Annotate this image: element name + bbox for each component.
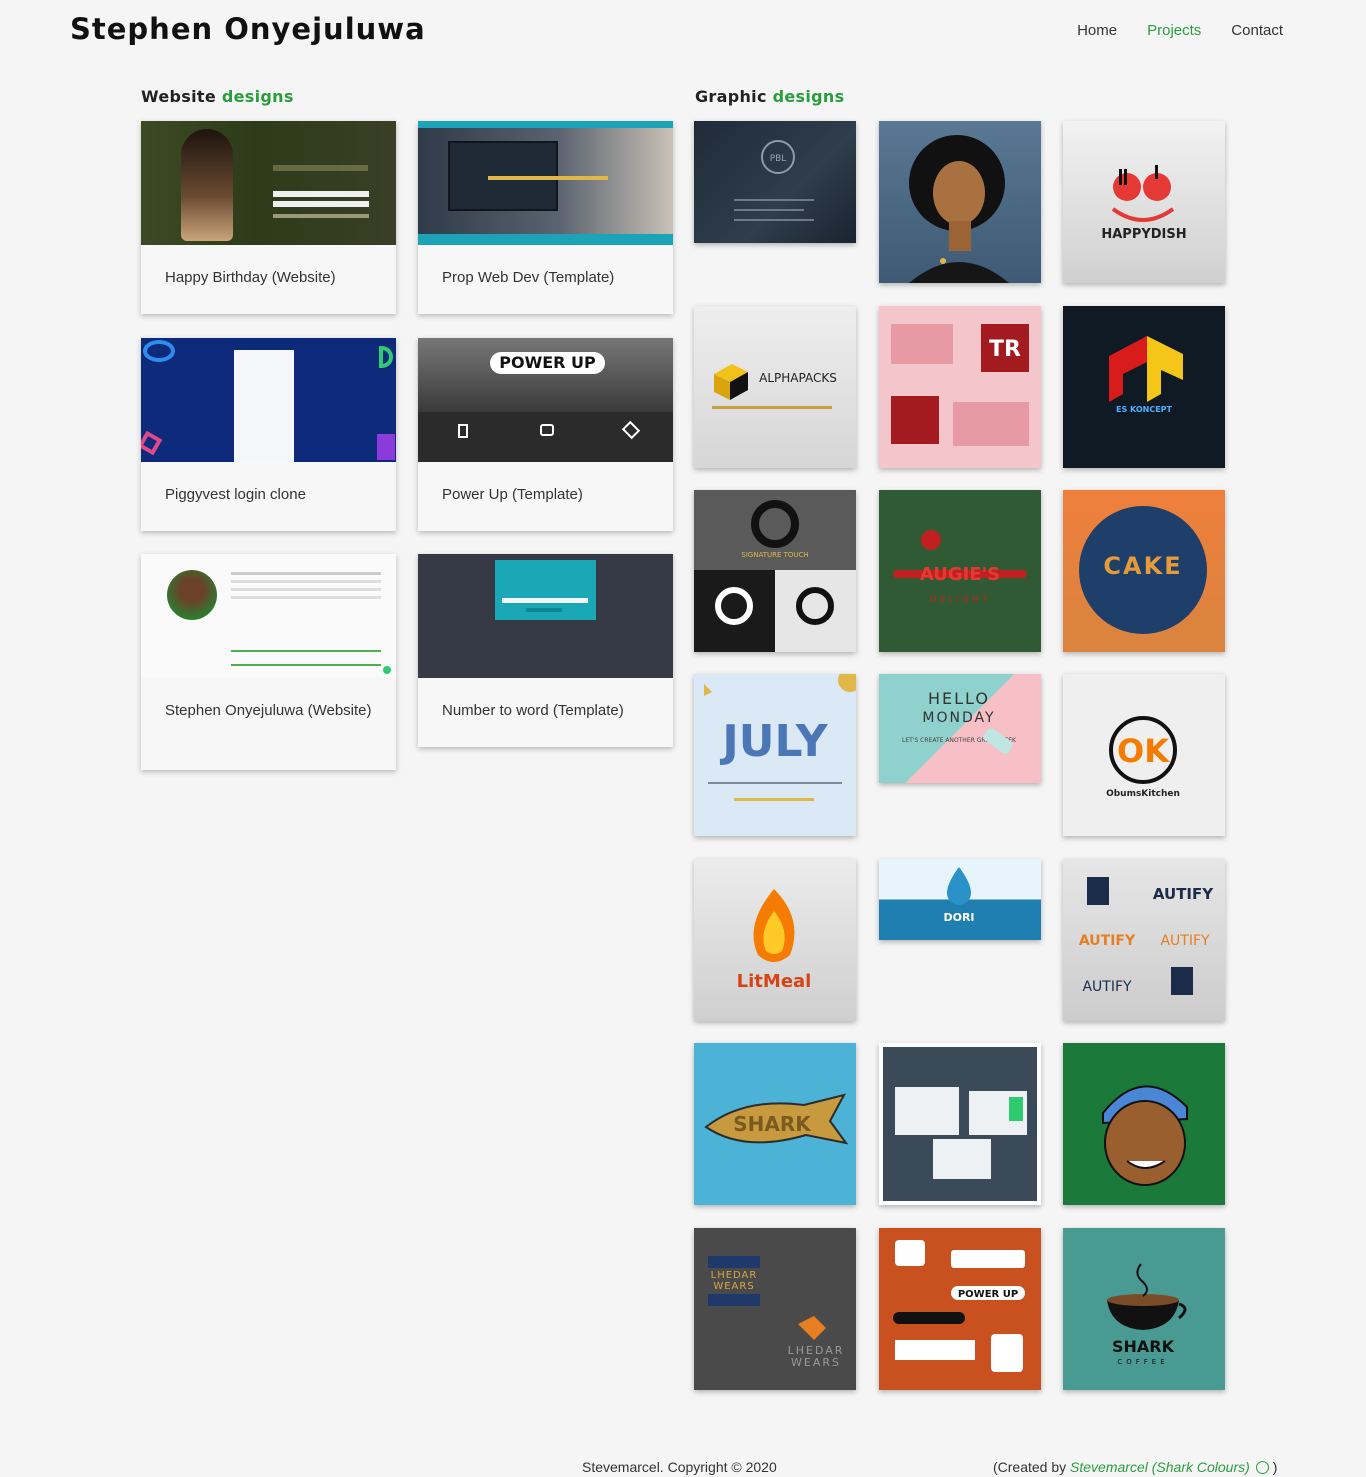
tile-text: LitMeal	[737, 971, 812, 992]
tile-text: HELLO	[928, 689, 990, 708]
piggyvest-thumbnail	[141, 338, 396, 462]
svg-text:AUTIFY: AUTIFY	[1079, 933, 1136, 949]
number-to-word-thumbnail	[418, 554, 673, 678]
graphic-tile-shark[interactable]: SHARK	[694, 1043, 856, 1205]
shark-coffee-logo-icon: SHARK COFFEE	[1107, 1263, 1187, 1366]
website-card-happy-birthday[interactable]: Happy Birthday (Website)	[141, 121, 396, 314]
main-nav: Home Projects Contact	[1077, 22, 1283, 39]
graphic-tile-hello-monday[interactable]: HELLO MONDAY LET'S CREATE ANOTHER GREAT …	[879, 674, 1041, 783]
card-caption: Prop Web Dev (Template)	[442, 269, 615, 286]
footer-credit: (Created by Stevemarcel (Shark Colours))	[993, 1459, 1278, 1475]
happy-birthday-thumbnail	[141, 121, 396, 245]
tile-subtext: MONDAY	[922, 710, 995, 726]
graphic-tile-cake[interactable]: CAKE	[1063, 490, 1225, 652]
svg-text:AUTIFY: AUTIFY	[1160, 933, 1210, 949]
tile-text: POWER UP	[958, 1289, 1018, 1300]
graphic-tile-tr-business-cards[interactable]: TR	[879, 306, 1041, 468]
signature-touch-logo-icon: SIGNATURE TOUCH	[694, 490, 856, 652]
card-caption: Happy Birthday (Website)	[165, 269, 336, 286]
nav-home-link[interactable]: Home	[1077, 22, 1117, 39]
woman-portrait-illustration-icon	[909, 135, 1009, 283]
card-caption: Number to word (Template)	[442, 702, 624, 719]
tile-text: OK	[1117, 732, 1170, 770]
card-caption: Stephen Onyejuluwa (Website)	[165, 702, 372, 719]
tile-text: ALPHAPACKS	[759, 371, 837, 385]
graphic-tile-july[interactable]: JULY	[694, 674, 856, 836]
graphic-tile-alphapacks[interactable]: ALPHAPACKS	[694, 306, 856, 468]
pbl-logo-mockup-icon: PBL	[734, 140, 814, 221]
graphic-tile-autify[interactable]: AUTIFY AUTIFY AUTIFY AUTIFY	[1063, 859, 1225, 1021]
happydish-logo-icon: HAPPYDISH	[1101, 165, 1187, 242]
tile-text: AUGIE'S	[920, 564, 1000, 585]
es-koncept-logo-icon: ES KONCEPT	[1109, 336, 1183, 414]
tile-text: LHEDAR	[711, 1270, 758, 1281]
nav-projects-link[interactable]: Projects	[1147, 22, 1201, 39]
website-card-prop-web-dev[interactable]: Prop Web Dev (Template)	[418, 121, 673, 314]
tile-subtext: WEARS	[713, 1281, 754, 1292]
graphic-tile-happydish[interactable]: HAPPYDISH	[1063, 121, 1225, 283]
tile-text: DORI	[943, 911, 974, 924]
graphic-tile-dori[interactable]: DORI	[879, 859, 1041, 940]
july-poster-icon: JULY	[704, 674, 856, 801]
website-mockup-collage-icon	[883, 1047, 1037, 1201]
tile-text: TR	[989, 337, 1021, 362]
tile-text: ES KONCEPT	[1116, 405, 1173, 414]
hello-monday-poster-icon: HELLO MONDAY LET'S CREATE ANOTHER GREAT …	[902, 689, 1017, 754]
power-up-thumbnail: POWER UP	[418, 338, 673, 462]
tile-text: CAKE	[1103, 552, 1182, 580]
ok-obums-kitchen-logo-icon: OK ObumsKitchen	[1106, 716, 1180, 799]
stephen-website-thumbnail	[141, 554, 396, 678]
card-caption: Piggyvest login clone	[165, 486, 306, 503]
graphic-tile-lhedar-wears[interactable]: LHEDAR WEARS LHEDAR WEARS	[694, 1228, 856, 1390]
litmeal-logo-icon: LitMeal	[737, 889, 812, 992]
footer-copyright: Stevemarcel. Copyright © 2020	[582, 1459, 777, 1475]
nav-contact-link[interactable]: Contact	[1231, 22, 1283, 39]
svg-text:AUTIFY: AUTIFY	[1082, 979, 1132, 995]
graphic-designs-heading: Graphic designs	[695, 87, 845, 106]
tile-text: JULY	[719, 716, 828, 767]
graphic-tile-pbl[interactable]: PBL	[694, 121, 856, 243]
tile-text: PBL	[770, 154, 787, 164]
power-up-logo-variants-icon: POWER UP	[893, 1240, 1025, 1372]
graphic-tile-woman-portrait[interactable]	[879, 121, 1041, 283]
graphic-tile-shark-coffee[interactable]: SHARK COFFEE	[1063, 1228, 1225, 1390]
augies-delight-logo-icon: AUGIE'S DELIGHT	[893, 530, 1027, 605]
cake-logo-icon: CAKE	[1079, 506, 1207, 634]
graphic-tile-es-koncept[interactable]: ES KONCEPT	[1063, 306, 1225, 468]
lhedar-wears-logo-icon: LHEDAR WEARS LHEDAR WEARS	[708, 1256, 842, 1369]
autify-logo-variants-icon: AUTIFY AUTIFY AUTIFY AUTIFY	[1079, 877, 1214, 995]
website-card-number-to-word[interactable]: Number to word (Template)	[418, 554, 673, 747]
man-cap-portrait-illustration-icon	[1102, 1085, 1188, 1186]
tile-subtext: ObumsKitchen	[1106, 789, 1180, 799]
card-caption: Power Up (Template)	[442, 486, 583, 503]
business-card-mockup-icon: TR	[891, 324, 1029, 446]
graphic-tile-power-up[interactable]: POWER UP	[879, 1228, 1041, 1390]
graphic-tile-signature-touch[interactable]: SIGNATURE TOUCH	[694, 490, 856, 652]
tile-text: SIGNATURE TOUCH	[741, 551, 808, 559]
header: Stephen Onyejuluwa Home Projects Contact	[0, 0, 1366, 64]
tile-text: HAPPYDISH	[1101, 227, 1186, 242]
svg-text:WEARS: WEARS	[791, 1356, 841, 1369]
graphic-tile-litmeal[interactable]: LitMeal	[694, 859, 856, 1021]
website-card-power-up[interactable]: POWER UP Power Up (Template)	[418, 338, 673, 531]
prop-web-dev-thumbnail	[418, 121, 673, 245]
graphic-tile-augies-delight[interactable]: AUGIE'S DELIGHT	[879, 490, 1041, 652]
website-card-piggyvest[interactable]: Piggyvest login clone	[141, 338, 396, 531]
website-designs-heading: Website designs	[141, 87, 294, 106]
whatsapp-icon[interactable]	[1255, 1461, 1269, 1474]
tile-text: SHARK	[733, 1112, 812, 1136]
tile-subtext: COFFEE	[1117, 1358, 1168, 1366]
graphic-tile-website-mockups[interactable]	[879, 1043, 1041, 1205]
shark-fish-logo-icon: SHARK	[704, 1093, 849, 1145]
tile-text: SHARK	[1112, 1337, 1175, 1356]
website-card-stephen-onyejuluwa[interactable]: Stephen Onyejuluwa (Website)	[141, 554, 396, 770]
graphic-tile-ok-obums-kitchen[interactable]: OK ObumsKitchen	[1063, 674, 1225, 836]
creator-link[interactable]: Stevemarcel (Shark Colours)	[1070, 1459, 1250, 1475]
dori-logo-icon: DORI	[943, 867, 975, 924]
tile-subtext: DELIGHT	[930, 595, 991, 605]
alphapacks-logo-icon: ALPHAPACKS	[712, 364, 837, 409]
site-brand[interactable]: Stephen Onyejuluwa	[70, 12, 426, 46]
graphic-tile-man-portrait[interactable]	[1063, 1043, 1225, 1205]
tile-text: AUTIFY	[1153, 885, 1214, 903]
